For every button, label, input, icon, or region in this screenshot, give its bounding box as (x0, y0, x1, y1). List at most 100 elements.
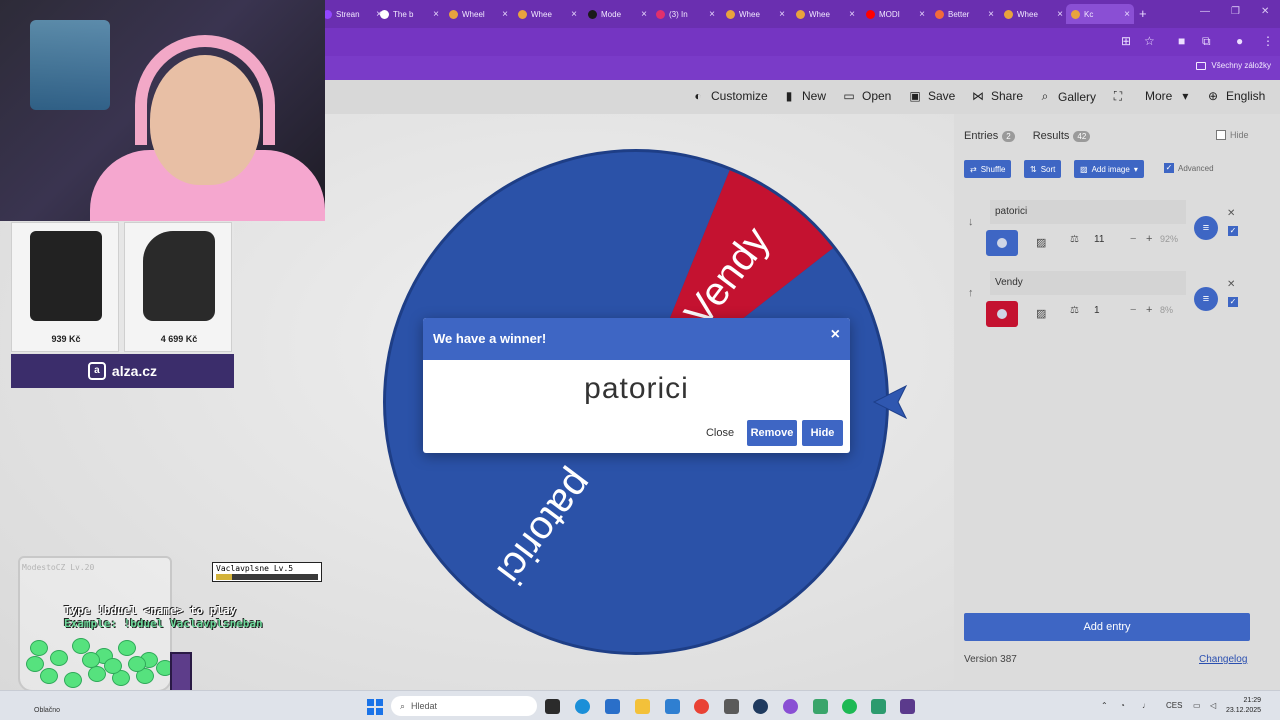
browser-tab[interactable]: Wheel × (444, 4, 512, 24)
browser-tab[interactable]: Better × (930, 4, 998, 24)
network-icon[interactable]: ◔ (1120, 701, 1125, 710)
microphone-icon[interactable]: ♩ (1142, 701, 1150, 710)
app-icon[interactable] (724, 699, 739, 714)
weight-value[interactable]: 11 (1094, 234, 1104, 245)
new-tab-button[interactable]: + (1139, 6, 1147, 21)
browser-tab[interactable]: The b × (375, 4, 443, 24)
language-button[interactable]: ⊕ English (1206, 89, 1265, 103)
clock[interactable]: 21:29 23.12.2025 (1226, 696, 1261, 716)
changelog-link[interactable]: Changelog (1199, 654, 1247, 665)
close-tab-icon[interactable]: × (641, 9, 647, 20)
entry-name-input[interactable]: Vendy (990, 271, 1186, 295)
weight-increase-button[interactable]: + (1146, 233, 1152, 245)
tab-results[interactable]: Results 42 (1033, 130, 1091, 142)
chrome-icon[interactable] (694, 699, 709, 714)
open-button[interactable]: ▭ Open (842, 89, 891, 103)
more-button[interactable]: More ▾ (1145, 89, 1192, 103)
close-tab-icon[interactable]: × (571, 9, 577, 20)
close-tab-icon[interactable]: × (1124, 9, 1130, 20)
weight-decrease-button[interactable]: − (1130, 304, 1136, 316)
entry-color-button[interactable] (986, 301, 1018, 327)
delete-entry-icon[interactable]: ✕ (1227, 208, 1235, 219)
entry-color-button[interactable] (986, 230, 1018, 256)
entry-name-input[interactable]: patorici (990, 200, 1186, 224)
spotify-icon[interactable] (842, 699, 857, 714)
weight-value[interactable]: 1 (1094, 305, 1100, 316)
close-tab-icon[interactable]: × (779, 9, 785, 20)
add-entry-button[interactable]: Add entry (964, 613, 1250, 641)
close-button[interactable]: Close (701, 420, 739, 446)
outlook-icon[interactable] (665, 699, 680, 714)
all-bookmarks[interactable]: Všechny záložky (1196, 61, 1271, 70)
volume-icon[interactable]: ◁ (1210, 701, 1216, 710)
minimize-icon[interactable]: — (1200, 6, 1210, 17)
bookmark-star-icon[interactable]: ☆ (1144, 34, 1155, 48)
close-tab-icon[interactable]: × (433, 9, 439, 20)
explorer-icon[interactable] (635, 699, 650, 714)
windows-start-icon[interactable] (367, 699, 383, 715)
tab-entries[interactable]: Entries 2 (964, 130, 1015, 142)
browser-tab[interactable]: Whee × (791, 4, 859, 24)
gallery-button[interactable]: ⌕ Gallery (1038, 89, 1096, 104)
entry-options-button[interactable]: ≡ (1194, 287, 1218, 311)
taskbar-search[interactable]: ⌕ Hledat (391, 696, 537, 716)
shuffle-button[interactable]: ⇄ Shuffle (964, 160, 1012, 178)
move-arrow-icon[interactable]: ↓ (968, 216, 974, 228)
monitor-icon[interactable]: ▭ (1193, 701, 1201, 710)
weight-increase-button[interactable]: + (1146, 304, 1152, 316)
close-tab-icon[interactable]: × (1057, 9, 1063, 20)
weight-decrease-button[interactable]: − (1130, 233, 1136, 245)
steam-icon[interactable] (753, 699, 768, 714)
language-indicator[interactable]: CES (1166, 701, 1182, 710)
browser-tab[interactable]: (3) In × (651, 4, 719, 24)
notes-icon[interactable] (813, 699, 828, 714)
app-icon[interactable] (900, 699, 915, 714)
save-button[interactable]: ▣ Save (908, 89, 955, 103)
sort-button[interactable]: ⇅ Sort (1024, 160, 1062, 178)
share-button[interactable]: ⋈ Share (971, 89, 1023, 103)
extension-icon[interactable]: ■ (1178, 34, 1185, 48)
translate-icon[interactable]: ⊞ (1121, 34, 1131, 48)
profile-avatar[interactable]: ● (1236, 34, 1243, 48)
close-tab-icon[interactable]: × (709, 9, 715, 20)
browser-tab[interactable]: Whee × (999, 4, 1067, 24)
browser-tab[interactable]: MODI × (861, 4, 929, 24)
browser-tab[interactable]: Mode × (583, 4, 651, 24)
entry-image-icon[interactable]: ▨ (1036, 236, 1046, 249)
entry-image-icon[interactable]: ▨ (1036, 307, 1046, 320)
tray-chevron-icon[interactable]: ⌃ (1101, 701, 1108, 710)
new-button[interactable]: ▮ New (782, 89, 826, 103)
fullscreen-button[interactable]: ⛶ (1111, 89, 1125, 104)
entry-options-button[interactable]: ≡ (1194, 216, 1218, 240)
advanced-checkbox[interactable]: ✓ Advanced (1164, 163, 1214, 173)
hide-checkbox[interactable]: Hide (1216, 130, 1249, 140)
entry-enabled-checkbox[interactable]: ✓ (1228, 226, 1238, 236)
close-tab-icon[interactable]: × (988, 9, 994, 20)
remove-button[interactable]: Remove (747, 420, 797, 446)
hide-button[interactable]: Hide (802, 420, 843, 446)
close-tab-icon[interactable]: × (919, 9, 925, 20)
browser-icon[interactable] (783, 699, 798, 714)
browser-tab[interactable]: Whee × (721, 4, 789, 24)
task-view-icon[interactable] (545, 699, 560, 714)
close-tab-icon[interactable]: × (849, 9, 855, 20)
close-window-icon[interactable]: ✕ (1261, 6, 1269, 17)
ad-product[interactable]: 939 Kč (11, 222, 119, 352)
browser-menu-icon[interactable]: ⋮ (1262, 34, 1274, 48)
browser-tab[interactable]: Kc × (1066, 4, 1134, 24)
move-arrow-icon[interactable]: ↑ (968, 287, 974, 299)
close-tab-icon[interactable]: × (502, 9, 508, 20)
hp-bar (216, 574, 318, 580)
ad-product[interactable]: 4 699 Kč (124, 222, 232, 352)
store-icon[interactable] (605, 699, 620, 714)
add-image-button[interactable]: ▨ Add image ▾ (1074, 160, 1144, 178)
puzzle-icon[interactable]: ⧉ (1202, 34, 1211, 49)
customize-button[interactable]: ◐ Customize (691, 89, 767, 103)
delete-entry-icon[interactable]: ✕ (1227, 279, 1235, 290)
edge-icon[interactable] (575, 699, 590, 714)
app-icon[interactable] (871, 699, 886, 714)
maximize-icon[interactable]: ❐ (1231, 6, 1240, 17)
browser-tab[interactable]: Whee × (513, 4, 581, 24)
entry-enabled-checkbox[interactable]: ✓ (1228, 297, 1238, 307)
close-icon[interactable]: × (831, 326, 840, 344)
